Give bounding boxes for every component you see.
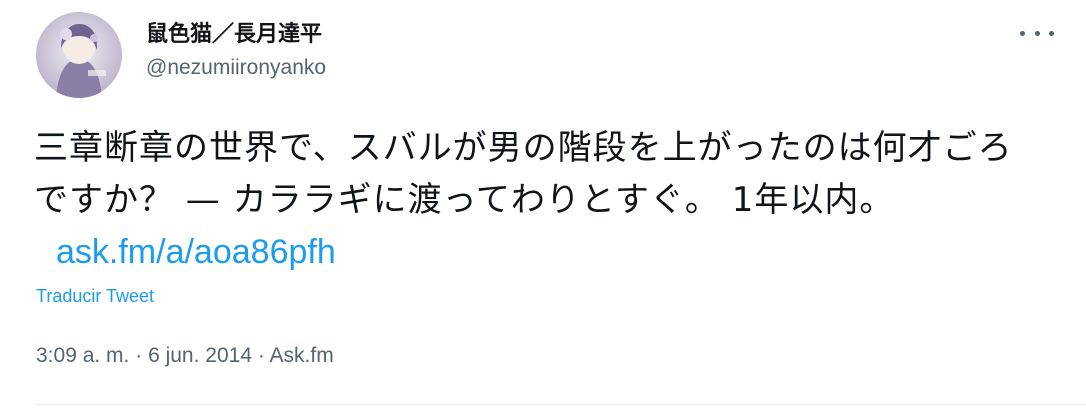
divider [36, 404, 1086, 405]
tweet-time[interactable]: 3:09 a. m. [36, 344, 129, 367]
tweet-link[interactable]: ask.fm/a/aoa86pfh [56, 233, 336, 271]
tweet-text: 三章断章の世界で、スバルが男の階段を上がったのは何才ごろですか？ — カララギに… [34, 122, 1044, 278]
user-handle[interactable]: @nezumiironyanko [146, 56, 326, 80]
more-horizontal-icon-dot [1034, 30, 1040, 36]
tweet-body: 三章断章の世界で、スバルが男の階段を上がったのは何才ごろですか？ — カララギに… [34, 128, 1013, 220]
tweet-meta: 3:09 a. m. · 6 jun. 2014 · Ask.fm [36, 344, 334, 368]
meta-separator: · [257, 344, 265, 367]
tweet-date[interactable]: 6 jun. 2014 [148, 344, 252, 367]
more-options-button[interactable] [1020, 22, 1054, 44]
tweet: 鼠色猫／長月達平 @nezumiironyanko 三章断章の世界で、スバルが男… [0, 0, 1086, 414]
translate-tweet-link[interactable]: Traducir Tweet [36, 286, 154, 307]
display-name[interactable]: 鼠色猫／長月達平 [146, 16, 322, 48]
tweet-source[interactable]: Ask.fm [270, 344, 334, 367]
avatar-image [36, 12, 122, 98]
more-horizontal-icon [1020, 30, 1025, 36]
more-horizontal-icon-dot [1049, 30, 1054, 36]
avatar[interactable] [36, 12, 122, 98]
meta-separator: · [135, 344, 143, 367]
